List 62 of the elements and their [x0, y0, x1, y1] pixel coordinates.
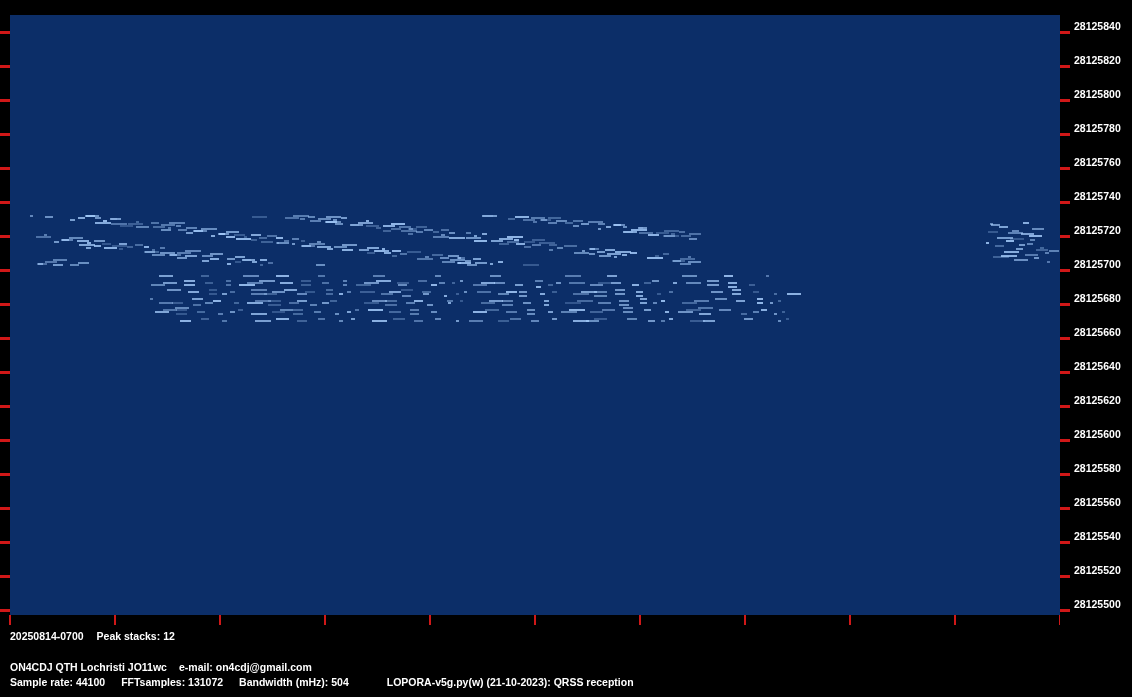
tick-mark	[0, 336, 10, 340]
frequency-label: 28125760	[1074, 156, 1121, 168]
frequency-label: 28125520	[1074, 564, 1121, 576]
tick-mark	[0, 370, 10, 374]
tick-mark	[0, 234, 10, 238]
tick-mark	[1060, 302, 1070, 306]
footer-text: LOPORA-v5g.py(w) (21-10-2023): QRSS reception	[386, 676, 634, 688]
tick-mark	[0, 132, 10, 136]
tick-mark	[1060, 336, 1070, 340]
frequency-label: 28125740	[1074, 190, 1121, 202]
footer-text: e-mail: on4cdj@gmail.com	[178, 661, 312, 673]
tick-mark	[1060, 438, 1070, 442]
tick-mark	[0, 302, 10, 306]
frequency-label: 28125660	[1074, 326, 1121, 338]
tick-mark	[1060, 472, 1070, 476]
tick-mark	[1060, 30, 1070, 34]
tick-mark	[0, 506, 10, 510]
tick-mark	[0, 200, 10, 204]
frequency-label: 28125680	[1074, 292, 1121, 304]
tick-mark	[0, 540, 10, 544]
footer-text: ON4CDJ QTH Lochristi JO11wc	[10, 661, 167, 673]
frequency-label: 28125560	[1074, 496, 1121, 508]
tick-mark	[0, 438, 10, 442]
frequency-label: 28125780	[1074, 122, 1121, 134]
footer-text: Bandwidth (mHz): 504	[239, 676, 349, 688]
frequency-label: 28125600	[1074, 428, 1121, 440]
tick-mark	[0, 268, 10, 272]
tick-mark	[0, 98, 10, 102]
tick-mark	[1060, 234, 1070, 238]
footer-text: 20250814-0700	[10, 630, 84, 642]
footer-text: Sample rate: 44100	[10, 676, 106, 688]
frequency-label: 28125700	[1074, 258, 1121, 270]
footer-text: Peak stacks: 12	[96, 630, 175, 642]
tick-mark	[1060, 506, 1070, 510]
tick-mark	[0, 166, 10, 170]
tick-mark	[1060, 370, 1070, 374]
tick-mark	[1060, 98, 1070, 102]
tick-mark	[1060, 404, 1070, 408]
frequency-label: 28125800	[1074, 88, 1121, 100]
frequency-label: 28125580	[1074, 462, 1121, 474]
tick-mark	[1060, 608, 1070, 612]
tick-mark	[1060, 64, 1070, 68]
frequency-label: 28125840	[1074, 20, 1121, 32]
frequency-label: 28125640	[1074, 360, 1121, 372]
tick-mark	[1060, 574, 1070, 578]
tick-mark	[0, 404, 10, 408]
tick-mark	[1060, 200, 1070, 204]
tick-mark	[0, 608, 10, 612]
tick-mark	[1060, 166, 1070, 170]
footer-text: FFTsamples: 131072	[121, 676, 224, 688]
tick-mark	[0, 30, 10, 34]
tick-mark	[1060, 540, 1070, 544]
frequency-label: 28125500	[1074, 598, 1121, 610]
tick-mark	[0, 472, 10, 476]
tick-mark	[0, 574, 10, 578]
frequency-label: 28125720	[1074, 224, 1121, 236]
tick-mark	[0, 64, 10, 68]
frequency-label: 28125620	[1074, 394, 1121, 406]
frequency-label: 28125540	[1074, 530, 1121, 542]
tick-mark	[1060, 268, 1070, 272]
frequency-label: 28125820	[1074, 54, 1121, 66]
tick-mark	[1060, 132, 1070, 136]
